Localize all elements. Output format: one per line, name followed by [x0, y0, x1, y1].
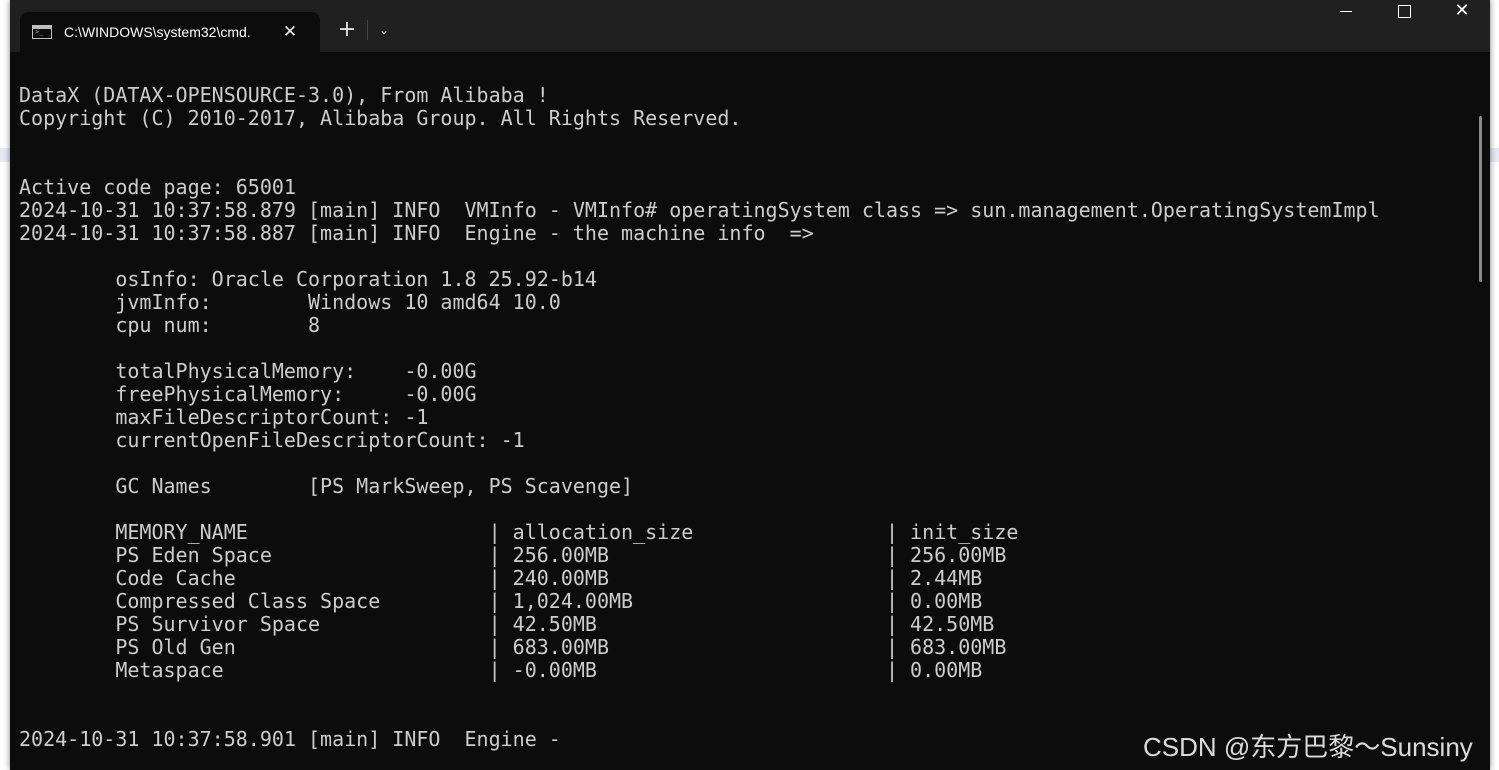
terminal-line: cpu num: 8	[19, 313, 321, 337]
terminal-line: freePhysicalMemory: -0.00G	[19, 382, 477, 406]
tab-close-icon[interactable]: ✕	[280, 22, 300, 42]
chevron-down-icon[interactable]: ⌄	[372, 14, 396, 46]
terminal-line: Compressed Class Space | 1,024.00MB | 0.…	[19, 589, 983, 613]
terminal-window[interactable]: C:\WINDOWS\system32\cmd. ✕ + ⌄ ✕ DataX (…	[10, 0, 1490, 770]
terminal-output[interactable]: DataX (DATAX-OPENSOURCE-3.0), From Aliba…	[19, 84, 1474, 751]
tab-title: C:\WINDOWS\system32\cmd.	[64, 24, 251, 40]
terminal-line: MEMORY_NAME | allocation_size | init_siz…	[19, 520, 1019, 544]
terminal-line: currentOpenFileDescriptorCount: -1	[19, 428, 525, 452]
tab-divider	[367, 20, 368, 40]
minimize-button[interactable]	[1317, 0, 1375, 52]
terminal-line: osInfo: Oracle Corporation 1.8 25.92-b14	[19, 267, 597, 291]
terminal-line: PS Survivor Space | 42.50MB | 42.50MB	[19, 612, 995, 636]
terminal-line: 2024-10-31 10:37:58.879 [main] INFO VMIn…	[19, 198, 1380, 222]
watermark: CSDN @东方巴黎～Sunsiny	[1143, 732, 1473, 762]
terminal-line: Metaspace | -0.00MB | 0.00MB	[19, 658, 983, 682]
vertical-scrollbar[interactable]	[1479, 116, 1482, 282]
terminal-line: Active code page: 65001	[19, 175, 296, 199]
terminal-line: Code Cache | 240.00MB | 2.44MB	[19, 566, 983, 590]
terminal-line: totalPhysicalMemory: -0.00G	[19, 359, 477, 383]
terminal-line: GC Names [PS MarkSweep, PS Scavenge]	[19, 474, 634, 498]
tab-cmd[interactable]: C:\WINDOWS\system32\cmd. ✕	[20, 12, 320, 52]
terminal-line: jvmInfo: Windows 10 amd64 10.0	[19, 290, 561, 314]
terminal-line: maxFileDescriptorCount: -1	[19, 405, 429, 429]
title-bar[interactable]: C:\WINDOWS\system32\cmd. ✕ + ⌄ ✕	[10, 0, 1490, 52]
terminal-line: DataX (DATAX-OPENSOURCE-3.0), From Aliba…	[19, 83, 549, 107]
minimize-icon	[1340, 10, 1352, 12]
maximize-icon	[1397, 4, 1411, 18]
new-tab-button[interactable]: +	[332, 14, 362, 46]
close-button[interactable]: ✕	[1433, 0, 1491, 52]
terminal-line: PS Eden Space | 256.00MB | 256.00MB	[19, 543, 1007, 567]
cmd-icon	[32, 25, 52, 39]
maximize-button[interactable]	[1375, 0, 1433, 52]
terminal-line: PS Old Gen | 683.00MB | 683.00MB	[19, 635, 1007, 659]
terminal-line: 2024-10-31 10:37:58.887 [main] INFO Engi…	[19, 221, 814, 245]
terminal-line: Copyright (C) 2010-2017, Alibaba Group. …	[19, 106, 742, 130]
